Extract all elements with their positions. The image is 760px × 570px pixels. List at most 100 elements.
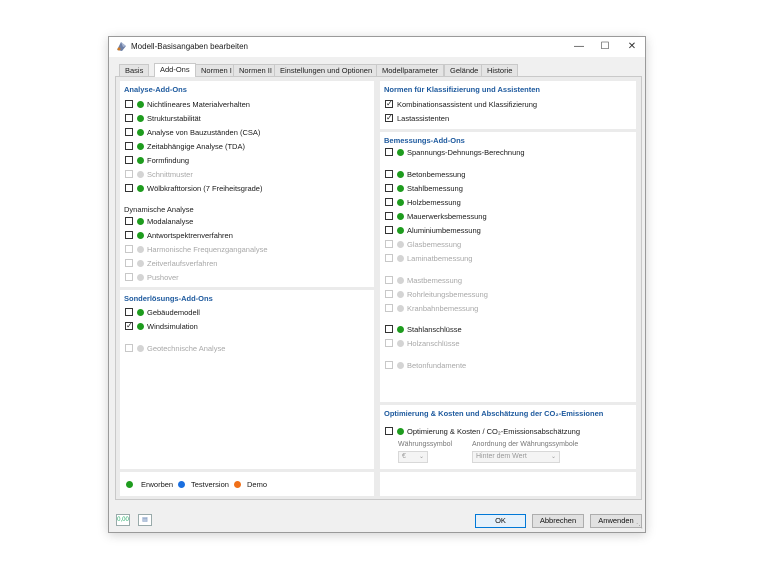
addon-checkbox[interactable] [385,226,393,234]
ok-button[interactable]: OK [475,514,526,528]
status-dot-icon [137,345,144,352]
addon-row[interactable]: Holzbemessung [385,198,615,208]
addon-row[interactable]: Betonbemessung [385,170,615,180]
addon-label: Stahlanschlüsse [407,325,462,334]
addon-label: Pushover [147,273,179,282]
addon-checkbox[interactable] [125,231,133,239]
addon-row[interactable]: Analyse von Bauzuständen (CSA) [125,128,355,138]
addon-label: Holzanschlüsse [407,339,460,348]
arrangement-value: Hinter dem Wert [476,453,527,460]
addon-row[interactable]: Nichtlineares Materialverhalten [125,100,355,110]
status-dot-icon [137,185,144,192]
addon-row[interactable]: Modalanalyse [125,217,355,227]
addon-checkbox[interactable] [385,148,393,156]
addon-row[interactable]: Mauerwerksbemessung [385,212,615,222]
addon-checkbox[interactable] [125,100,133,108]
addon-row: Holzanschlüsse [385,339,615,349]
apply-button[interactable]: Anwenden [590,514,642,528]
addon-checkbox[interactable] [385,198,393,206]
addon-row[interactable]: Formfindung [125,156,355,166]
close-icon[interactable]: ✕ [617,37,647,57]
addon-checkbox[interactable] [385,184,393,192]
status-dot-icon [137,143,144,150]
sonderloesungs-panel: Sonderlösungs-Add-Ons Gebäudemodell ✓ Wind… [120,290,374,469]
addon-row[interactable]: Spannungs-Dehnungs-Berechnung [385,148,615,158]
addon-checkbox[interactable] [125,217,133,225]
addon-label: Zeitabhängige Analyse (TDA) [147,142,245,151]
resize-grip-icon[interactable]: ⋱ [636,522,643,530]
tab-modellparameter[interactable]: Modellparameter [376,64,445,76]
addon-row[interactable]: ✓ Lastassistenten [385,113,615,124]
sonder-title: Sonderlösungs-Add-Ons [124,294,213,303]
addon-label: Zeitverlaufsverfahren [147,259,218,268]
addon-label: Aluminiumbemessung [407,226,481,235]
trial-dot-icon [178,481,185,488]
addon-label: Mauerwerksbemessung [407,212,487,221]
addon-checkbox [385,276,393,284]
tab-historie[interactable]: Historie [481,64,519,76]
arrangement-select[interactable]: Hinter dem Wert ⌄ [472,451,560,463]
tab-normen-2[interactable]: Normen II [233,64,278,76]
addon-label: Betonfundamente [407,361,467,370]
dialog-title: Modell-Basisangaben bearbeiten [131,42,248,51]
status-dot-icon [397,362,404,369]
status-dot-icon [137,260,144,267]
addon-checkbox[interactable] [125,142,133,150]
status-dot-icon [137,323,144,330]
status-dot-icon [397,213,404,220]
addon-checkbox[interactable]: ✓ [125,321,133,330]
addon-row[interactable]: Stahlanschlüsse [385,325,615,335]
addon-checkbox[interactable] [125,184,133,192]
opt-checkbox-row[interactable]: Optimierung & Kosten / CO₂-Emissionsabsc… [385,427,625,437]
addon-checkbox [385,339,393,347]
addon-checkbox[interactable]: ✓ [385,99,393,108]
addon-row[interactable]: Aluminiumbemessung [385,226,615,236]
addon-checkbox[interactable] [385,325,393,333]
addon-label: Mastbemessung [407,276,463,285]
addon-row[interactable]: Stahlbemessung [385,184,615,194]
addon-row[interactable]: ✓ Windsimulation [125,321,355,332]
addon-checkbox [125,273,133,281]
opt-checkbox[interactable] [385,427,393,435]
addon-row: Geotechnische Analyse [125,344,355,354]
maximize-icon[interactable]: ☐ [590,37,620,57]
table-icon[interactable]: ▤ [138,514,152,526]
addon-label: Antwortspektrenverfahren [147,231,233,240]
status-dot-icon [137,171,144,178]
addon-row[interactable]: Strukturstabilität [125,114,355,124]
tab-basis[interactable]: Basis [119,64,150,76]
addon-label: Windsimulation [147,322,198,331]
units-icon[interactable]: 0,00 [116,514,130,526]
addon-checkbox[interactable]: ✓ [385,113,393,122]
tab-add-ons[interactable]: Add-Ons [154,63,196,77]
addon-row[interactable]: Gebäudemodell [125,308,355,318]
addon-row[interactable]: Antwortspektrenverfahren [125,231,355,241]
addon-label: Kranbahnbemessung [407,304,479,313]
currency-label: Währungssymbol [398,441,453,448]
check-icon: ✓ [126,321,133,330]
legend-acquired: Erworben [141,480,174,489]
tab-gelaende[interactable]: Gelände [444,64,485,76]
addon-checkbox[interactable] [125,308,133,316]
addon-checkbox[interactable] [125,114,133,122]
app-icon [117,42,126,51]
status-dot-icon [397,428,404,435]
cancel-button[interactable]: Abbrechen [532,514,584,528]
addon-row[interactable]: ✓ Kombinationsassistent und Klassifizieru… [385,99,615,110]
addon-checkbox[interactable] [125,156,133,164]
addon-checkbox [125,259,133,267]
addon-row: Harmonische Frequenzganganalyse [125,245,355,255]
addon-row: Zeitverlaufsverfahren [125,259,355,269]
addon-row[interactable]: Zeitabhängige Analyse (TDA) [125,142,355,152]
addon-checkbox[interactable] [385,212,393,220]
addon-label: Schnittmuster [147,170,193,179]
addon-row: Kranbahnbemessung [385,304,615,314]
tab-normen-1[interactable]: Normen I [195,64,238,76]
legend-demo: Demo [247,480,268,489]
addon-row[interactable]: Wölbkrafttorsion (7 Freiheitsgrade) [125,184,355,194]
currency-select[interactable]: € ⌄ [398,451,428,463]
addon-row: Rohrleitungsbemessung [385,290,615,300]
addon-checkbox[interactable] [385,170,393,178]
tab-einstellungen[interactable]: Einstellungen und Optionen [274,64,379,76]
addon-checkbox[interactable] [125,128,133,136]
